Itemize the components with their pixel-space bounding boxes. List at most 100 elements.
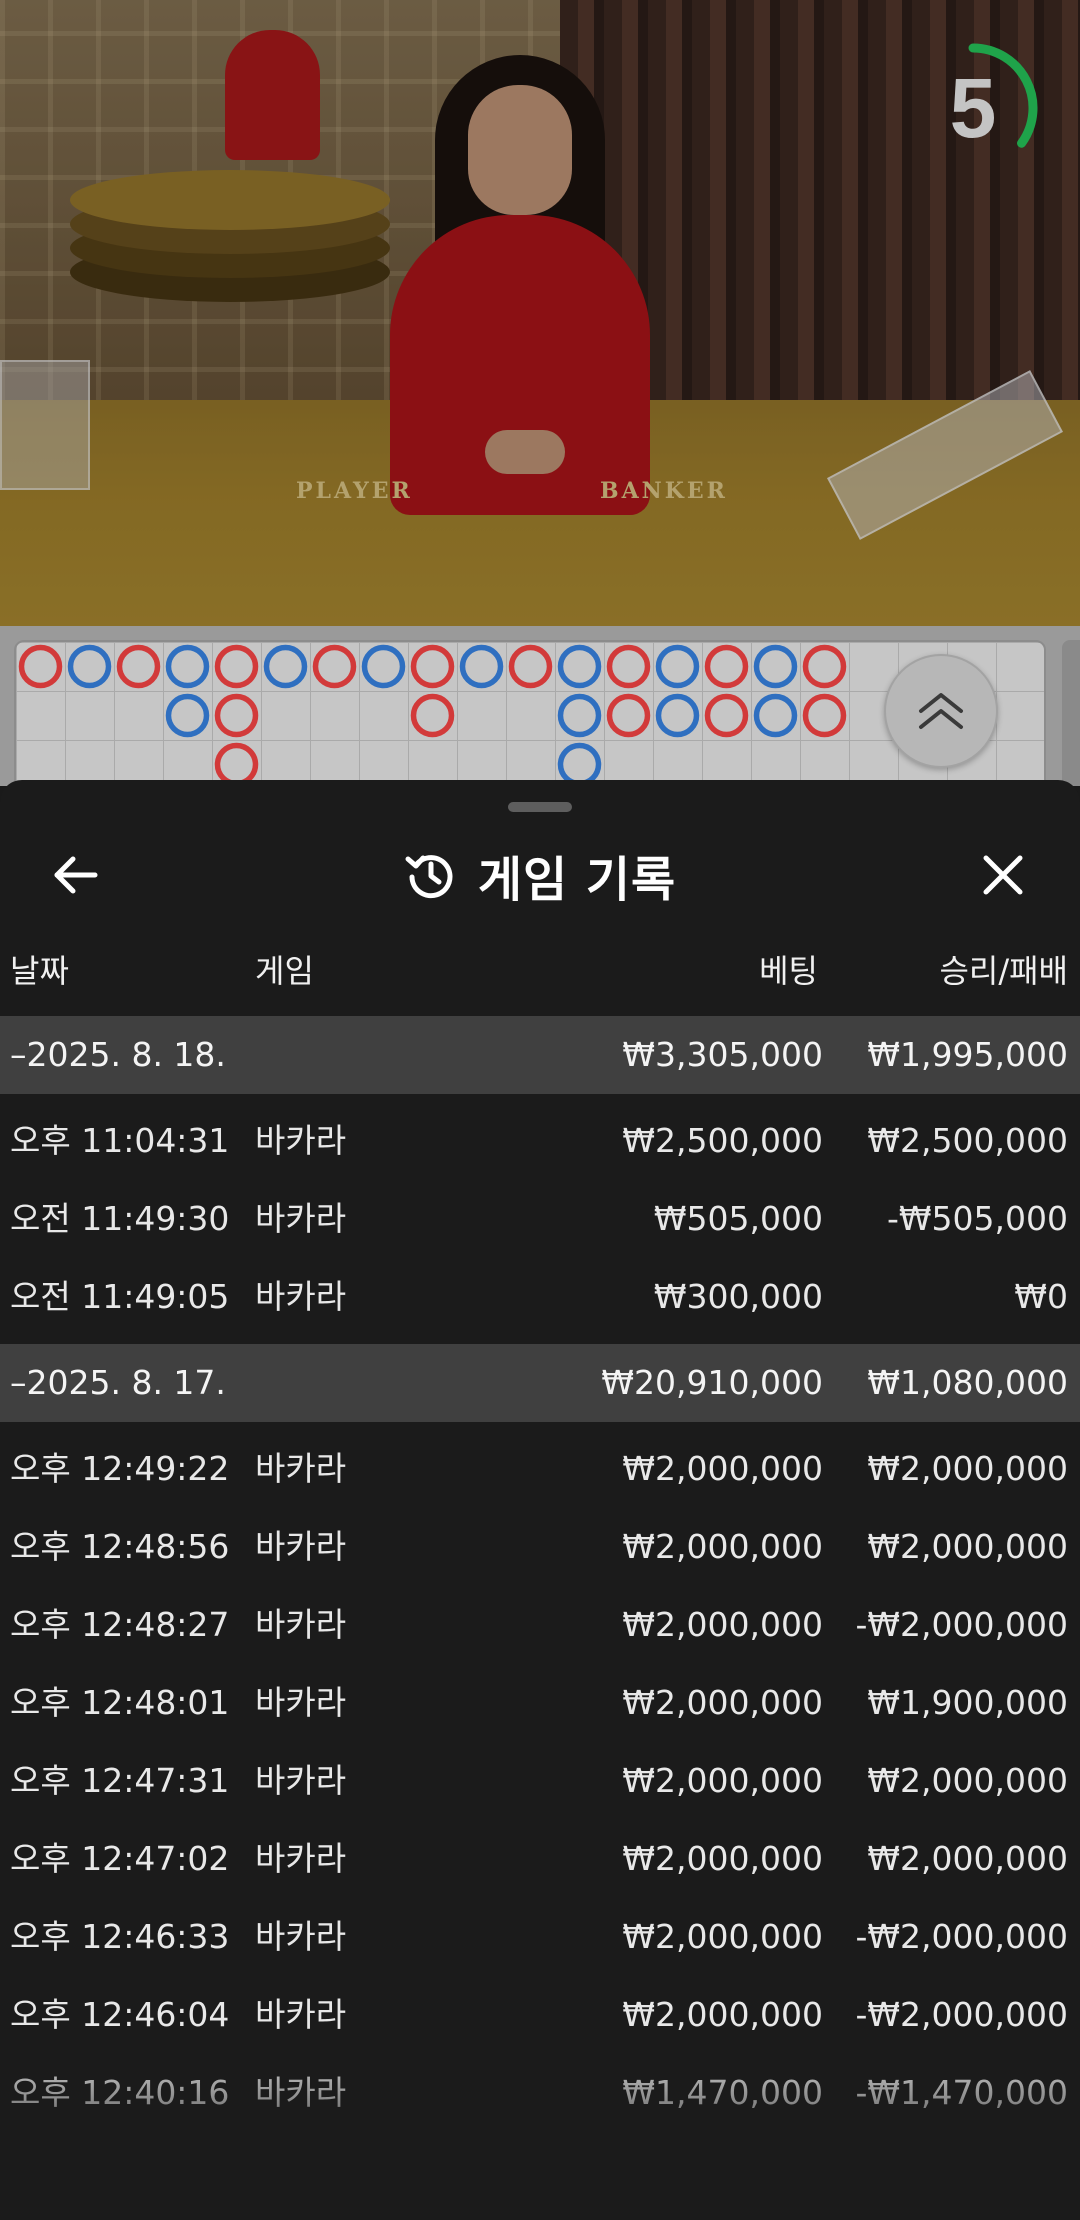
row-game: 바카라: [255, 1121, 347, 1160]
row-result: ₩2,500,000: [867, 1121, 1068, 1160]
row-time: 오후 12:46:04: [10, 1995, 230, 2034]
row-bet: ₩2,000,000: [622, 1449, 823, 1488]
history-row[interactable]: 오후 12:48:27 바카라 ₩2,000,000 -₩2,000,000: [0, 1586, 1080, 1664]
row-result: -₩2,000,000: [855, 1995, 1069, 2034]
history-row[interactable]: 오후 12:48:56 바카라 ₩2,000,000 ₩2,000,000: [0, 1508, 1080, 1586]
group-result-total: ₩1,995,000: [867, 1035, 1068, 1074]
bead-player: [753, 644, 798, 689]
history-row[interactable]: 오후 12:40:16 바카라 ₩1,470,000 -₩1,470,000: [0, 2054, 1080, 2132]
row-result: -₩2,000,000: [855, 1917, 1069, 1956]
history-row[interactable]: 오후 12:46:33 바카라 ₩2,000,000 -₩2,000,000: [0, 1898, 1080, 1976]
history-row[interactable]: 오후 11:04:31 바카라 ₩2,500,000 ₩2,500,000: [0, 1102, 1080, 1180]
bead-banker: [704, 644, 749, 689]
row-time: 오후 12:48:56: [10, 1527, 230, 1566]
bead-banker: [704, 693, 749, 738]
row-game: 바카라: [255, 1839, 347, 1878]
bead-banker: [214, 742, 259, 787]
row-result: ₩2,000,000: [867, 1839, 1068, 1878]
bead-banker: [410, 693, 455, 738]
column-header-date: 날짜: [10, 952, 69, 990]
bead-banker: [410, 644, 455, 689]
bead-player: [557, 644, 602, 689]
row-result: ₩2,000,000: [867, 1449, 1068, 1488]
bead-player: [165, 644, 210, 689]
row-result: ₩2,000,000: [867, 1761, 1068, 1800]
bead-banker: [802, 693, 847, 738]
row-bet: ₩2,000,000: [622, 1839, 823, 1878]
row-result: ₩1,900,000: [867, 1683, 1068, 1722]
history-row[interactable]: 오후 12:47:31 바카라 ₩2,000,000 ₩2,000,000: [0, 1742, 1080, 1820]
row-bet: ₩2,000,000: [622, 1683, 823, 1722]
history-row[interactable]: 오후 12:49:22 바카라 ₩2,000,000 ₩2,000,000: [0, 1430, 1080, 1508]
row-game: 바카라: [255, 2073, 347, 2112]
column-header-game: 게임: [255, 952, 314, 990]
row-result: ₩2,000,000: [867, 1527, 1068, 1566]
bead-player: [557, 693, 602, 738]
row-time: 오후 12:40:16: [10, 2073, 230, 2112]
close-button[interactable]: [970, 845, 1036, 905]
group-bet-total: ₩20,910,000: [601, 1363, 823, 1402]
history-row[interactable]: 오전 11:49:30 바카라 ₩505,000 -₩505,000: [0, 1180, 1080, 1258]
bead-banker: [802, 644, 847, 689]
bead-banker: [116, 644, 161, 689]
row-bet: ₩1,470,000: [622, 2073, 823, 2112]
history-row[interactable]: 오후 12:47:02 바카라 ₩2,000,000 ₩2,000,000: [0, 1820, 1080, 1898]
sheet-drag-handle[interactable]: [508, 802, 572, 812]
row-time: 오후 12:49:22: [10, 1449, 230, 1488]
history-row[interactable]: 오전 11:49:05 바카라 ₩300,000 ₩0: [0, 1258, 1080, 1336]
row-game: 바카라: [255, 1761, 347, 1800]
row-time: 오후 12:47:31: [10, 1761, 230, 1800]
bead-player: [67, 644, 112, 689]
row-bet: ₩505,000: [653, 1199, 823, 1238]
date-group-header[interactable]: –2025. 8. 17. ₩20,910,000 ₩1,080,000: [0, 1344, 1080, 1422]
bead-player: [655, 693, 700, 738]
countdown-timer: 5: [905, 40, 1041, 176]
bead-player: [753, 693, 798, 738]
row-game: 바카라: [255, 1995, 347, 2034]
row-bet: ₩2,000,000: [622, 1527, 823, 1566]
bead-banker: [312, 644, 357, 689]
group-date: –2025. 8. 18.: [10, 1035, 226, 1074]
column-header-bet: 베팅: [759, 952, 818, 990]
row-game: 바카라: [255, 1449, 347, 1488]
row-time: 오후 11:04:31: [10, 1121, 230, 1160]
bead-banker: [606, 693, 651, 738]
bead-player: [655, 644, 700, 689]
history-list: –2025. 8. 18. ₩3,305,000 ₩1,995,000 오후 1…: [0, 1016, 1080, 2132]
back-button[interactable]: [40, 845, 110, 905]
row-bet: ₩2,000,000: [622, 1605, 823, 1644]
column-headers: 날짜 게임 베팅 승리/패배: [0, 940, 1080, 994]
expand-roadmap-button[interactable]: [884, 654, 998, 768]
bead-player: [165, 693, 210, 738]
row-bet: ₩2,500,000: [622, 1121, 823, 1160]
side-panel-edge: [1062, 640, 1080, 786]
row-game: 바카라: [255, 1527, 347, 1566]
row-game: 바카라: [255, 1683, 347, 1722]
row-game: 바카라: [255, 1199, 347, 1238]
close-icon: [983, 855, 1023, 895]
history-row[interactable]: 오후 12:46:04 바카라 ₩2,000,000 -₩2,000,000: [0, 1976, 1080, 2054]
row-result: -₩505,000: [886, 1199, 1068, 1238]
row-bet: ₩2,000,000: [622, 1995, 823, 2034]
row-result: -₩2,000,000: [855, 1605, 1069, 1644]
group-result-total: ₩1,080,000: [867, 1363, 1068, 1402]
row-time: 오후 12:47:02: [10, 1839, 230, 1878]
history-row[interactable]: 오후 12:48:01 바카라 ₩2,000,000 ₩1,900,000: [0, 1664, 1080, 1742]
bead-banker: [214, 644, 259, 689]
sheet-title: 게임 기록: [477, 852, 677, 908]
bead-player: [263, 644, 308, 689]
bead-player: [557, 742, 602, 787]
bead-banker: [606, 644, 651, 689]
row-bet: ₩300,000: [653, 1277, 823, 1316]
bead-banker: [214, 693, 259, 738]
row-time: 오후 12:48:01: [10, 1683, 230, 1722]
row-game: 바카라: [255, 1917, 347, 1956]
group-date: –2025. 8. 17.: [10, 1363, 226, 1402]
bead-player: [459, 644, 504, 689]
row-time: 오후 12:48:27: [10, 1605, 230, 1644]
column-header-result: 승리/패배: [939, 952, 1068, 990]
game-history-sheet: 게임 기록 날짜 게임 베팅 승리/패배 –2025. 8. 18. ₩3,30…: [0, 780, 1080, 2220]
history-icon: [405, 855, 453, 899]
date-group-header[interactable]: –2025. 8. 18. ₩3,305,000 ₩1,995,000: [0, 1016, 1080, 1094]
row-game: 바카라: [255, 1277, 347, 1316]
